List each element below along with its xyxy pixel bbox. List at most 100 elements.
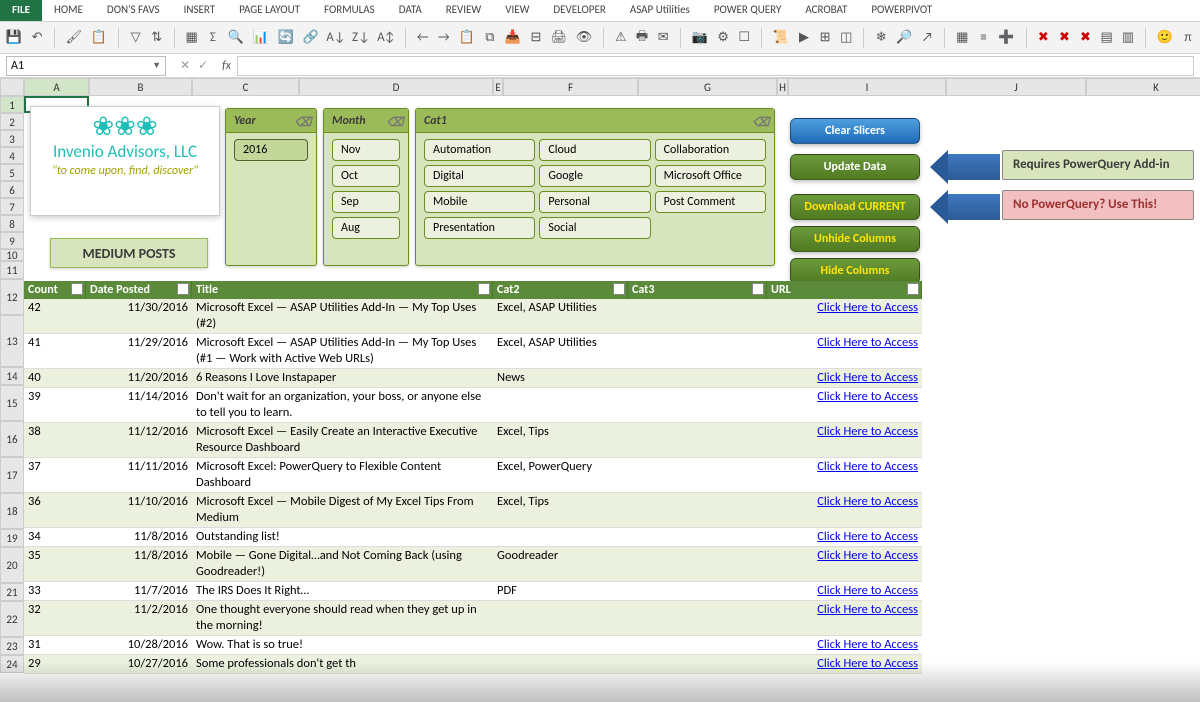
access-link[interactable]: Click Here to Access [817, 602, 918, 617]
slicer-item[interactable]: Aug [332, 217, 400, 239]
slicer-item[interactable]: Collaboration [655, 139, 766, 161]
save-icon[interactable]: 💾 [6, 30, 22, 46]
row-header[interactable]: 6 [0, 181, 24, 198]
clear-slicers-button[interactable]: Clear Slicers [790, 118, 920, 144]
undo-icon[interactable]: ↶ [31, 30, 43, 46]
ribbon-tab-power-query[interactable]: POWER QUERY [702, 0, 793, 21]
zoom-icon[interactable]: 🔎 [896, 30, 912, 46]
smiley-icon[interactable]: 🙂 [1157, 30, 1173, 46]
filter-icon[interactable]: ▽ [130, 30, 142, 46]
row-header[interactable]: 9 [0, 232, 24, 249]
access-link[interactable]: Click Here to Access [817, 637, 918, 652]
column-header[interactable]: B [89, 78, 192, 96]
slicer-item[interactable]: Post Comment [655, 191, 766, 213]
update-data-button[interactable]: Update Data [790, 154, 920, 180]
chart-icon[interactable]: 📊 [253, 30, 269, 46]
slicer-item[interactable]: Sep [332, 191, 400, 213]
filter-dropdown-icon[interactable]: ▾ [478, 283, 490, 295]
slicer-item[interactable]: Cloud [539, 139, 650, 161]
slicer-item[interactable]: Microsoft Office [655, 165, 766, 187]
row-header[interactable]: 4 [0, 147, 24, 164]
access-link[interactable]: Click Here to Access [817, 424, 918, 439]
warning-icon[interactable]: ⚠ [615, 30, 627, 46]
delete-sheet-icon[interactable]: ✖ [1079, 30, 1091, 46]
access-link[interactable]: Click Here to Access [817, 656, 918, 671]
column-header[interactable]: I [788, 78, 946, 96]
ribbon-tab-don-s-favs[interactable]: DON'S FAVS [95, 0, 172, 21]
borders-icon[interactable]: ▦ [956, 30, 968, 46]
row-header[interactable]: 13 [0, 315, 24, 367]
row-header[interactable]: 1 [0, 96, 24, 113]
unhide-columns-button[interactable]: Unhide Columns [790, 226, 920, 252]
table-header[interactable]: Cat3▾ [628, 281, 767, 299]
ribbon-tab-data[interactable]: DATA [387, 0, 434, 21]
sort-icon[interactable]: ⇅ [151, 30, 163, 46]
ribbon-tab-review[interactable]: REVIEW [434, 0, 494, 21]
column-header[interactable]: E [493, 78, 503, 96]
filter-dropdown-icon[interactable]: ▾ [752, 283, 764, 295]
print2-icon[interactable]: 🖶 [636, 30, 648, 46]
table-header[interactable]: Date Posted▾ [86, 281, 192, 299]
row-header[interactable]: 23 [0, 637, 24, 655]
access-link[interactable]: Click Here to Access [817, 494, 918, 509]
slicer-item[interactable]: Presentation [424, 217, 535, 239]
align-icon[interactable]: ≡ [977, 30, 989, 46]
chevron-down-icon[interactable]: ▼ [152, 60, 161, 71]
za-sort-icon[interactable]: Z↓ [353, 30, 369, 46]
column-header[interactable]: D [299, 78, 493, 96]
ribbon-tab-page-layout[interactable]: PAGE LAYOUT [227, 0, 312, 21]
access-link[interactable]: Click Here to Access [817, 548, 918, 563]
clear-filter-icon[interactable]: ⌫ [386, 111, 404, 129]
find-icon[interactable]: 🔍 [228, 30, 244, 46]
forward-icon[interactable]: → [438, 30, 450, 46]
mail-icon[interactable]: ✉ [657, 30, 669, 46]
slicer-item[interactable]: Digital [424, 165, 535, 187]
ribbon-tab-asap-utilities[interactable]: ASAP Utilities [618, 0, 702, 21]
ribbon-tab-powerpivot[interactable]: POWERPIVOT [859, 0, 944, 21]
row-header[interactable]: 14 [0, 367, 24, 385]
column-header[interactable]: A [24, 78, 89, 96]
table-icon[interactable]: ▦ [186, 30, 198, 46]
paste2-icon[interactable]: 📥 [505, 30, 521, 46]
ribbon-tab-developer[interactable]: DEVELOPER [541, 0, 617, 21]
column-header[interactable]: C [192, 78, 299, 96]
access-link[interactable]: Click Here to Access [817, 389, 918, 404]
clear-filter-icon[interactable]: ⌫ [752, 111, 770, 129]
sortaz2-icon[interactable]: A↕ [378, 30, 394, 46]
camera-icon[interactable]: 📷 [692, 30, 708, 46]
ribbon-tab-insert[interactable]: INSERT [172, 0, 228, 21]
paint-icon[interactable]: 🖌 [66, 30, 82, 46]
download-current-button[interactable]: Download CURRENT [790, 194, 920, 220]
slicer-item[interactable]: Personal [539, 191, 650, 213]
table-header[interactable]: URL▾ [767, 281, 922, 299]
column-header[interactable]: H [777, 78, 788, 96]
row-header[interactable]: 8 [0, 215, 24, 232]
access-link[interactable]: Click Here to Access [817, 583, 918, 598]
freeze-icon[interactable]: ❄ [875, 30, 887, 46]
ribbon-tab-view[interactable]: VIEW [493, 0, 541, 21]
window-icon[interactable]: ◫ [840, 30, 852, 46]
cancel-formula-icon[interactable]: ✕ [180, 58, 190, 73]
row-header[interactable]: 20 [0, 547, 24, 583]
row-header[interactable]: 21 [0, 583, 24, 601]
slicer-item[interactable]: Google [539, 165, 650, 187]
column-header[interactable]: K [1086, 78, 1200, 96]
clear-filter-icon[interactable]: ⌫ [294, 111, 312, 129]
row-header[interactable]: 17 [0, 457, 24, 493]
filter-dropdown-icon[interactable]: ▾ [177, 283, 189, 295]
slicer-cat1[interactable]: Cat1⌫ AutomationCloudCollaborationDigita… [415, 108, 775, 266]
delete-row-icon[interactable]: ✖ [1037, 30, 1049, 46]
row-header[interactable]: 18 [0, 493, 24, 529]
copy-icon[interactable]: ⧉ [484, 30, 496, 46]
column-header[interactable]: F [503, 78, 638, 96]
link-icon[interactable]: 🔗 [303, 30, 319, 46]
row-header[interactable]: 7 [0, 198, 24, 215]
access-link[interactable]: Click Here to Access [817, 335, 918, 350]
row-header[interactable]: 2 [0, 113, 24, 130]
vba-icon[interactable]: ▶ [798, 30, 810, 46]
hide-icon[interactable]: ▤ [1101, 30, 1113, 46]
filter-dropdown-icon[interactable]: ▾ [907, 283, 919, 295]
slicer-item[interactable]: Mobile [424, 191, 535, 213]
ribbon-tab-file[interactable]: FILE [0, 0, 42, 21]
clipboard-icon[interactable]: 📋 [459, 30, 475, 46]
